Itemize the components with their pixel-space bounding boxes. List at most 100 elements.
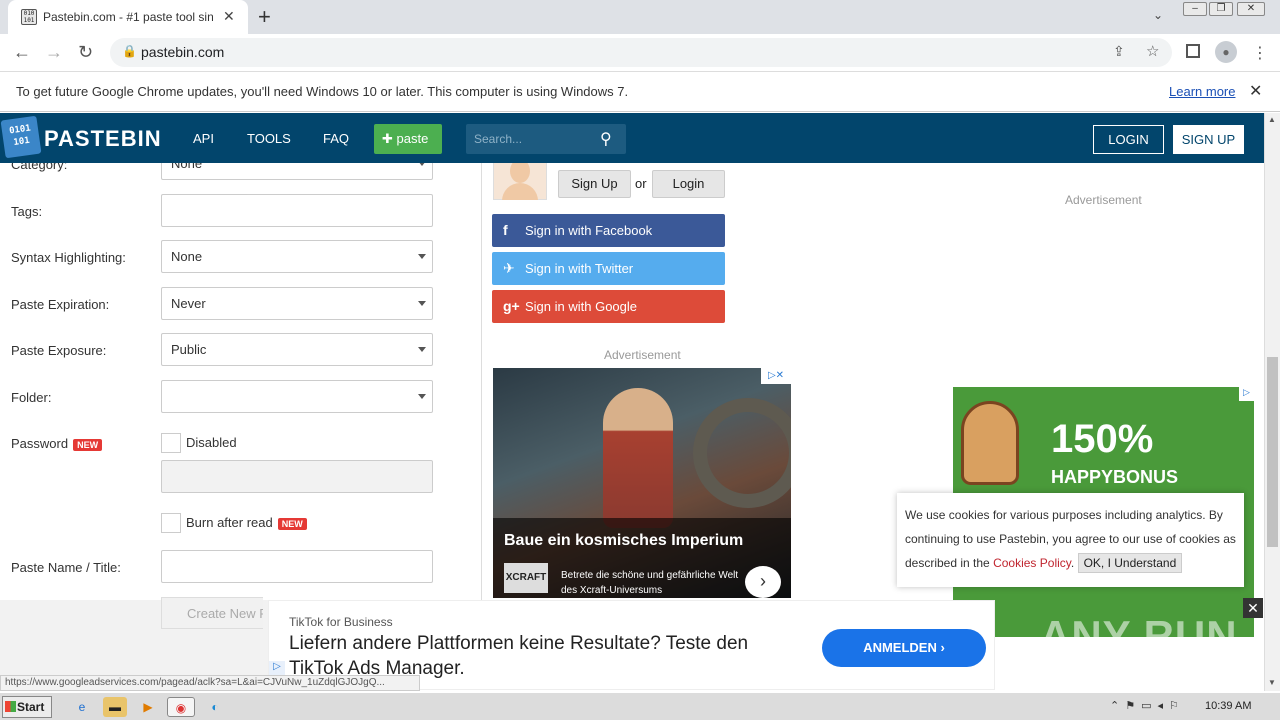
category-select[interactable]: None (161, 163, 433, 180)
media-player-icon[interactable]: ▶ (136, 697, 160, 717)
burn-label-text: Burn after read (186, 515, 273, 530)
signup-button[interactable]: SIGN UP (1173, 125, 1244, 154)
site-header: 0101101 PASTEBIN API TOOLS FAQ ✚ paste ⚲… (0, 113, 1264, 163)
facebook-label: Sign in with Facebook (525, 223, 653, 238)
google-signin-button[interactable]: g+ Sign in with Google (492, 290, 725, 323)
browser-tab[interactable]: 010101 Pastebin.com - #1 paste tool sinc… (8, 0, 248, 34)
burn-after-read-checkbox[interactable] (161, 513, 181, 533)
page-scrollbar[interactable]: ▲ ▼ (1264, 113, 1280, 691)
nav-api[interactable]: API (193, 131, 214, 146)
learn-more-link[interactable]: Learn more (1169, 84, 1235, 99)
category-label: Category: (11, 163, 68, 172)
nav-faq[interactable]: FAQ (323, 131, 349, 146)
site-logo[interactable]: PASTEBIN (44, 126, 162, 152)
close-ad-icon[interactable]: ✕ (1243, 598, 1263, 618)
address-bar[interactable]: 🔒 pastebin.com ⇪ ☆ (110, 38, 1172, 67)
scroll-up-icon[interactable]: ▲ (1268, 115, 1276, 124)
dropdown-arrow-icon (418, 394, 426, 399)
search-box[interactable]: ⚲ (466, 124, 626, 154)
folder-icon[interactable]: ▬ (103, 697, 127, 717)
paste-name-label: Paste Name / Title: (11, 560, 121, 575)
ad-subtext: Betrete die schöne und gefährliche Welt … (561, 570, 739, 596)
tab-strip: 010101 Pastebin.com - #1 paste tool sinc… (0, 0, 1280, 34)
expiration-label: Paste Expiration: (11, 297, 110, 312)
anyrun-watermark: ANY RUN (1040, 612, 1238, 659)
ad-headline[interactable]: Baue ein kosmisches Imperium (504, 532, 743, 550)
chrome-icon[interactable]: ◉ (167, 697, 195, 717)
new-paste-button[interactable]: ✚ paste (374, 124, 442, 154)
xcraft-ad[interactable]: ▷✕ Baue ein kosmisches Imperium XCRAFT B… (493, 368, 791, 598)
scroll-down-icon[interactable]: ▼ (1268, 678, 1276, 687)
side-panel-icon[interactable] (1186, 44, 1200, 58)
login-button[interactable]: LOGIN (1093, 125, 1164, 154)
tiktok-cta-button[interactable]: ANMELDEN › (822, 629, 986, 667)
tab-search-chevron-icon[interactable]: ⌄ (1153, 8, 1163, 22)
password-label: Password NEW (11, 436, 103, 451)
dropdown-arrow-icon (418, 163, 426, 166)
paste-button-label: paste (396, 131, 429, 146)
password-checkbox[interactable] (161, 433, 181, 453)
share-icon[interactable]: ⇪ (1113, 43, 1125, 60)
bookmark-star-icon[interactable]: ☆ (1146, 42, 1159, 60)
maximize-window-button[interactable]: ❐ (1209, 2, 1233, 16)
ie-icon[interactable]: e (70, 697, 94, 717)
cookies-policy-link[interactable]: Cookies Policy (993, 556, 1071, 570)
pastebin-logo-icon[interactable]: 0101 101 (0, 115, 42, 159)
exposure-value: Public (171, 342, 207, 357)
url-text[interactable]: pastebin.com (141, 44, 224, 60)
nav-tools[interactable]: TOOLS (247, 131, 291, 146)
folder-label: Folder: (11, 390, 52, 405)
tiktok-headline[interactable]: Liefern andere Plattformen keine Resulta… (289, 631, 789, 681)
login-small-button[interactable]: Login (652, 170, 725, 198)
tags-input[interactable] (161, 194, 433, 227)
minimize-window-button[interactable]: – (1183, 2, 1207, 16)
tiktok-brand: TikTok for Business (289, 615, 393, 629)
password-input[interactable] (161, 460, 433, 493)
scrollbar-thumb[interactable] (1267, 357, 1278, 547)
folder-select[interactable] (161, 380, 433, 413)
facebook-icon: f (503, 222, 508, 238)
chevron-right-icon[interactable]: › (745, 566, 781, 598)
lock-icon[interactable]: 🔒 (122, 44, 137, 58)
twitter-icon: ✈ (503, 260, 515, 276)
dropdown-arrow-icon (418, 301, 426, 306)
close-window-button[interactable]: ✕ (1237, 2, 1265, 16)
adchoices-close-icon[interactable]: ▷✕ (761, 368, 791, 384)
reload-icon[interactable]: ↻ (78, 42, 93, 63)
edge-icon[interactable]: ◐ (203, 697, 227, 717)
new-tab-icon[interactable]: + (258, 4, 271, 30)
ad-background-ring (693, 398, 791, 508)
twitter-signin-button[interactable]: ✈ Sign in with Twitter (492, 252, 725, 285)
syntax-select[interactable]: None (161, 240, 433, 273)
syntax-label: Syntax Highlighting: (11, 250, 126, 265)
signup-small-button[interactable]: Sign Up (558, 170, 631, 198)
close-tab-icon[interactable]: ✕ (223, 8, 235, 25)
facebook-signin-button[interactable]: f Sign in with Facebook (492, 214, 725, 247)
status-bar-url: https://www.googleadservices.com/pagead/… (0, 675, 420, 691)
column-divider (481, 163, 482, 600)
tiktok-cta-label: ANMELDEN (863, 640, 937, 655)
search-input[interactable] (466, 124, 596, 154)
taskbar-clock: 10:39 AM (1205, 700, 1252, 712)
tab-title: Pastebin.com - #1 paste tool since 2 (43, 10, 213, 24)
advertisement-label-right: Advertisement (1065, 193, 1142, 207)
avatar (493, 163, 547, 200)
system-tray-icons[interactable]: ⌃⚑▭◂⚐ (1110, 699, 1185, 712)
menu-kebab-icon[interactable]: ⋮ (1252, 43, 1268, 63)
forward-icon[interactable]: → (45, 42, 63, 63)
back-icon[interactable]: ← (13, 42, 31, 63)
adchoices-icon[interactable]: ▷ (269, 661, 285, 675)
exposure-select[interactable]: Public (161, 333, 433, 366)
cookie-ok-button[interactable]: OK, I Understand (1077, 553, 1183, 573)
adchoices-icon[interactable]: ▷ (1239, 387, 1254, 401)
update-infobar: To get future Google Chrome updates, you… (0, 72, 1280, 112)
paste-name-input[interactable] (161, 550, 433, 583)
close-infobar-icon[interactable]: ✕ (1249, 81, 1262, 101)
dropdown-arrow-icon (418, 347, 426, 352)
profile-avatar-icon[interactable]: ● (1215, 41, 1237, 63)
expiration-select[interactable]: Never (161, 287, 433, 320)
or-text: or (635, 176, 647, 191)
start-button[interactable]: Start (2, 696, 52, 718)
avatar-clip (493, 163, 547, 200)
search-icon[interactable]: ⚲ (600, 129, 612, 149)
